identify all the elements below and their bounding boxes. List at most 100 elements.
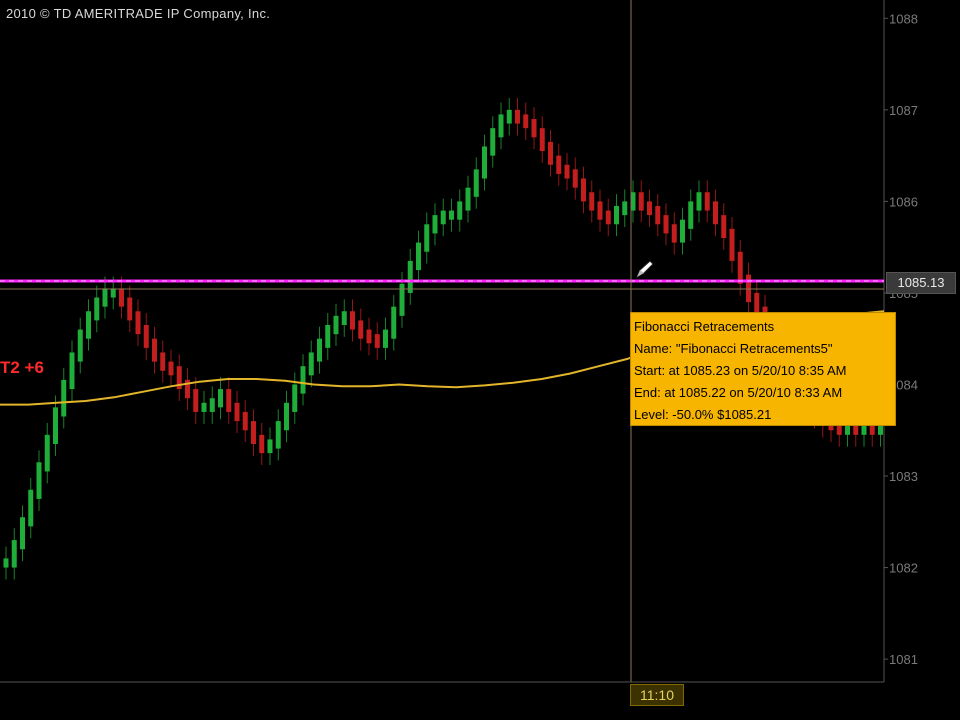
price-bar <box>490 128 496 156</box>
price-bar <box>638 192 644 211</box>
price-bar <box>308 352 314 376</box>
price-bar <box>11 540 17 568</box>
price-bar <box>432 215 438 234</box>
price-bar <box>614 205 619 225</box>
price-bar <box>94 297 100 321</box>
price-bar <box>506 109 512 124</box>
price-bar <box>416 242 421 271</box>
price-badge: 1085.13 <box>886 272 956 294</box>
price-bar <box>515 109 520 124</box>
y-tick-label: 1087 <box>889 103 918 118</box>
price-bar <box>737 251 743 284</box>
price-bar <box>77 329 83 362</box>
price-bar <box>110 288 116 298</box>
price-bar <box>325 324 331 348</box>
price-bar <box>36 462 42 499</box>
price-bar <box>556 155 562 174</box>
price-bar <box>383 329 388 348</box>
price-bar <box>729 228 735 261</box>
price-bar <box>581 178 586 202</box>
price-bar <box>589 192 595 211</box>
tooltip-level: Level: -50.0% $1085.21 <box>634 407 772 422</box>
price-bar <box>284 402 289 431</box>
tooltip-start: Start: at 1085.23 on 5/20/10 8:35 AM <box>634 363 847 378</box>
price-bar <box>44 434 50 472</box>
price-bar <box>292 384 298 412</box>
price-bar <box>53 407 58 444</box>
price-bar <box>69 352 75 390</box>
price-bar <box>226 389 232 412</box>
price-bar <box>275 421 281 449</box>
tooltip-name: Name: "Fibonacci Retracements5" <box>634 341 833 356</box>
price-bar <box>168 361 174 376</box>
price-bar <box>341 311 347 325</box>
price-bar <box>374 334 380 348</box>
tooltip-end: End: at 1085.22 on 5/20/10 8:33 AM <box>634 385 843 400</box>
study-label: T2 +6 <box>0 358 44 377</box>
price-bar <box>663 215 669 234</box>
price-bar <box>61 379 67 417</box>
time-badge: 11:10 <box>630 684 684 706</box>
y-tick-label: 1086 <box>889 194 918 209</box>
price-bar <box>333 315 339 335</box>
price-bar <box>572 169 578 188</box>
price-bar <box>564 164 570 179</box>
price-bar <box>440 210 446 225</box>
price-bar <box>713 201 718 225</box>
price-bar <box>20 517 25 550</box>
price-bar <box>498 114 504 138</box>
price-bar <box>86 311 91 339</box>
price-bar <box>209 398 215 412</box>
price-bar <box>102 288 108 307</box>
y-tick-label: 1082 <box>889 561 918 576</box>
price-bar <box>539 128 545 152</box>
price-bar <box>449 210 454 220</box>
y-tick-label: 1083 <box>889 469 918 484</box>
price-bar <box>300 366 306 394</box>
price-bar <box>28 489 34 527</box>
price-bar <box>548 141 553 165</box>
price-bar <box>655 205 661 225</box>
price-bar <box>704 192 710 211</box>
price-bar <box>267 439 273 454</box>
chart-window: 10811082108310841085108610871088 2010 © … <box>0 0 960 720</box>
price-bar <box>251 421 256 444</box>
price-bar <box>680 219 685 243</box>
price-bar <box>259 434 265 454</box>
price-bar <box>350 311 355 330</box>
y-tick-label: 1081 <box>889 652 918 667</box>
price-bar <box>523 114 529 129</box>
price-bar <box>143 324 149 348</box>
price-bar <box>746 274 751 303</box>
price-bar <box>622 201 628 216</box>
price-bar <box>721 215 727 239</box>
price-bar <box>696 192 702 211</box>
price-bar <box>201 402 207 412</box>
y-tick-label: 1088 <box>889 11 918 26</box>
price-bar <box>317 338 322 362</box>
price-bar <box>127 297 133 321</box>
price-bar <box>671 224 677 243</box>
price-bar <box>457 201 463 220</box>
price-bar <box>605 210 611 225</box>
price-bar <box>531 119 537 138</box>
price-bar <box>647 201 652 216</box>
fibonacci-tooltip: Fibonacci Retracements Name: "Fibonacci … <box>630 312 896 426</box>
pencil-cursor-icon <box>635 260 654 279</box>
copyright-notice: 2010 © TD AMERITRADE IP Company, Inc. <box>6 6 271 21</box>
price-bar <box>407 260 413 293</box>
price-bar <box>482 146 487 179</box>
price-bar <box>119 288 124 307</box>
price-bar <box>135 311 141 335</box>
price-bar <box>242 411 248 431</box>
price-bar <box>465 187 471 211</box>
price-bar <box>688 201 694 229</box>
price-bar <box>218 389 223 408</box>
price-bar <box>366 329 372 344</box>
price-bar <box>473 169 479 197</box>
price-bar <box>391 306 397 339</box>
price-bar <box>358 320 364 339</box>
price-bar <box>3 558 9 568</box>
price-bar <box>152 338 157 362</box>
price-bar <box>160 352 166 371</box>
